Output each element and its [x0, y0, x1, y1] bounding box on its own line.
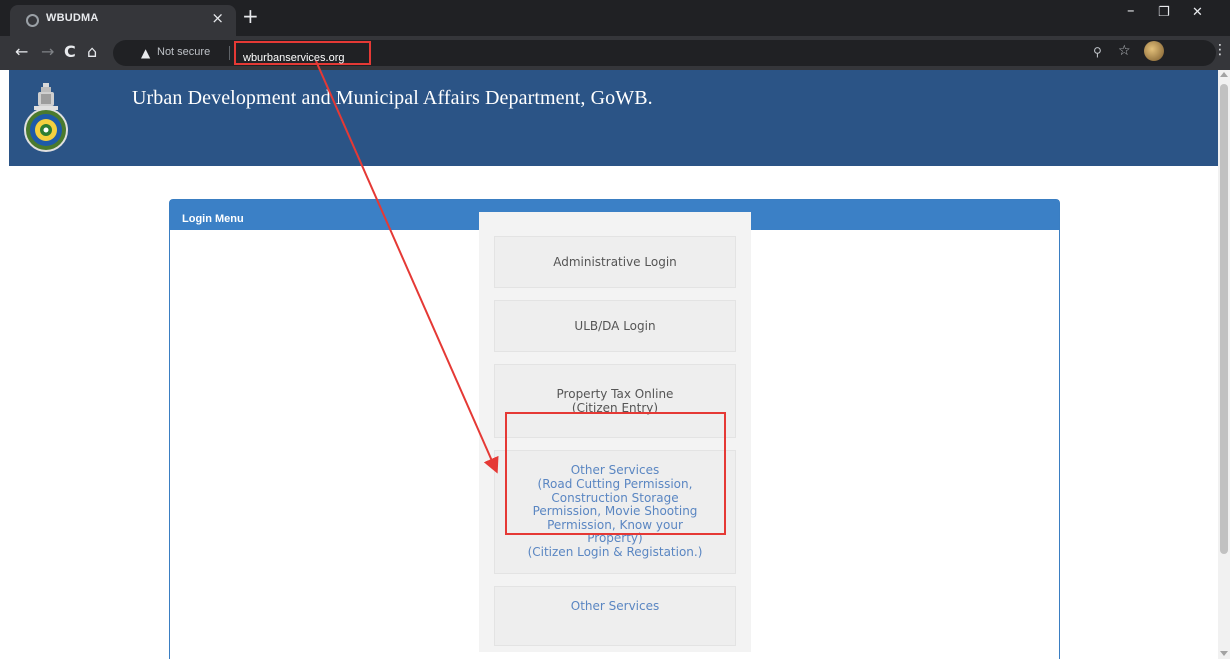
login-menu-panel: Login Menu Administrative Login ULB/DA L…	[169, 199, 1060, 659]
other-services-button[interactable]: Other Services	[494, 586, 736, 646]
property-tax-online-button[interactable]: Property Tax Online (Citizen Entry)	[494, 364, 736, 438]
panel-heading-label: Login Menu	[182, 213, 244, 225]
other-services-citizen-login-button[interactable]: Other Services (Road Cutting Permission,…	[494, 450, 736, 574]
browser-toolbar: ← → C ⌂ ▲ Not secure wburbanservices.org	[0, 36, 1230, 70]
security-status[interactable]: Not secure	[157, 46, 210, 58]
government-emblem-icon	[24, 83, 68, 152]
browser-tab[interactable]: WBUDMA ×	[10, 5, 236, 36]
reload-icon[interactable]: C	[64, 43, 76, 61]
scroll-up-arrow-icon[interactable]	[1220, 72, 1228, 77]
zoom-icon[interactable]: ⚲	[1093, 45, 1102, 59]
back-arrow-icon[interactable]: ←	[15, 43, 28, 61]
url-highlight-box[interactable]: wburbanservices.org	[234, 41, 371, 65]
forward-arrow-icon[interactable]: →	[41, 43, 54, 61]
url-text[interactable]: wburbanservices.org	[243, 52, 345, 64]
page-title: Urban Development and Municipal Affairs …	[132, 87, 653, 109]
bookmark-star-icon[interactable]: ☆	[1118, 43, 1131, 59]
page-viewport: Urban Development and Municipal Affairs …	[0, 70, 1218, 659]
minimize-button[interactable]: –	[1127, 2, 1135, 18]
address-separator	[229, 46, 230, 60]
warning-icon[interactable]: ▲	[141, 45, 150, 61]
site-header: Urban Development and Municipal Affairs …	[9, 70, 1218, 166]
profile-avatar[interactable]	[1144, 41, 1164, 61]
scroll-down-arrow-icon[interactable]	[1220, 651, 1228, 656]
browser-menu-icon[interactable]: ⋮	[1213, 42, 1227, 58]
home-icon[interactable]: ⌂	[87, 43, 97, 61]
administrative-login-button[interactable]: Administrative Login	[494, 236, 736, 288]
ulb-da-login-button[interactable]: ULB/DA Login	[494, 300, 736, 352]
tab-close-icon[interactable]: ×	[211, 10, 224, 26]
login-menu-column: Administrative Login ULB/DA Login Proper…	[479, 212, 751, 652]
loading-favicon-icon	[26, 14, 39, 27]
address-bar[interactable]: ▲ Not secure wburbanservices.org	[113, 40, 1216, 66]
tab-title: WBUDMA	[46, 12, 99, 24]
scrollbar-thumb[interactable]	[1220, 84, 1228, 554]
new-tab-button[interactable]: +	[242, 6, 259, 26]
maximize-button[interactable]: ❐	[1158, 5, 1170, 21]
page-scrollbar[interactable]	[1218, 70, 1230, 659]
close-window-button[interactable]: ✕	[1192, 5, 1203, 21]
browser-tab-strip: WBUDMA × + – ❐ ✕	[0, 0, 1230, 36]
